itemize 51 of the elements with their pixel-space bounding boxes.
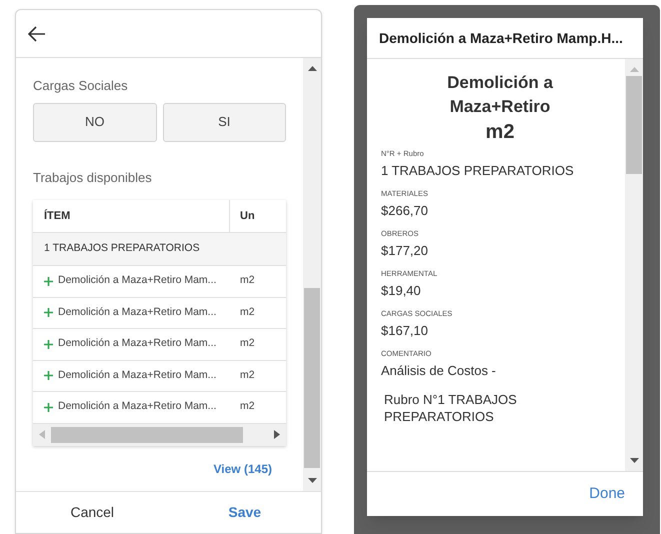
plus-icon[interactable] bbox=[44, 402, 53, 412]
cancel-button[interactable]: Cancel bbox=[16, 492, 168, 533]
unit-cell-text: m2 bbox=[239, 273, 256, 288]
plus-icon[interactable] bbox=[44, 308, 53, 318]
column-header[interactable]: ÍTEM bbox=[33, 200, 230, 232]
item-name: Demolición a Maza+Retiro Mam... bbox=[58, 273, 216, 288]
scroll-arrow-icon[interactable] bbox=[308, 478, 316, 483]
table-row[interactable]: Demolición a Maza+Retiro Mam... m2 bbox=[33, 266, 286, 298]
save-button[interactable]: Save bbox=[168, 492, 321, 533]
scroll-thumb[interactable] bbox=[51, 426, 243, 442]
option-button[interactable]: SI bbox=[162, 102, 286, 142]
horizontal-scrollbar[interactable] bbox=[33, 424, 286, 446]
plus-icon[interactable] bbox=[44, 276, 53, 286]
vertical-scrollbar[interactable] bbox=[625, 59, 643, 471]
unit-cell-text: m2 bbox=[239, 336, 256, 352]
item-name: Demolición a Maza+Retiro Mam... bbox=[58, 336, 216, 352]
option-button[interactable]: NO bbox=[33, 102, 156, 142]
scroll-arrow-icon[interactable] bbox=[274, 430, 280, 439]
item-heading: Demolición a Maza+Retiro bbox=[446, 72, 554, 118]
field-value: $266,70 bbox=[381, 202, 429, 219]
scroll-thumb[interactable] bbox=[626, 76, 642, 174]
field-value: 1 TRABAJOS PREPARATORIOS bbox=[381, 162, 575, 179]
table-row[interactable]: Demolición a Maza+Retiro Mam... m2 bbox=[33, 329, 286, 360]
section-label: Trabajos disponibles bbox=[33, 168, 153, 187]
item-name: Demolición a Maza+Retiro Mam... bbox=[58, 368, 216, 383]
field-value: $177,20 bbox=[381, 242, 429, 259]
plus-icon[interactable] bbox=[44, 371, 53, 380]
unit-heading: m2 bbox=[484, 120, 516, 145]
dialog-title: Demolición a Maza+Retiro Mamp.H... bbox=[379, 28, 623, 48]
scroll-thumb[interactable] bbox=[304, 288, 320, 468]
plus-icon[interactable] bbox=[44, 340, 53, 349]
back-arrow-icon[interactable] bbox=[28, 26, 46, 42]
group-row[interactable]: 1 TRABAJOS PREPARATORIOS bbox=[33, 233, 286, 266]
done-button[interactable]: Done bbox=[589, 482, 625, 506]
scroll-arrow-icon[interactable] bbox=[308, 66, 316, 71]
field-value: Rubro N°1 TRABAJOS PREPARATORIOS bbox=[383, 391, 518, 425]
field-value: $167,10 bbox=[381, 322, 429, 339]
section-label: Cargas Sociales bbox=[33, 77, 129, 95]
unit-cell-text: m2 bbox=[239, 399, 256, 414]
unit-cell-text: m2 bbox=[239, 368, 256, 383]
view-all-link[interactable]: View (145) bbox=[214, 460, 272, 478]
item-name: Demolición a Maza+Retiro Mam... bbox=[58, 399, 216, 414]
table-row[interactable]: Demolición a Maza+Retiro Mam... m2 bbox=[33, 360, 286, 392]
unit-cell-text: m2 bbox=[239, 304, 256, 320]
table-row[interactable]: Demolición a Maza+Retiro Mam... m2 bbox=[33, 298, 286, 329]
column-header[interactable]: Un bbox=[230, 200, 286, 232]
scroll-arrow-icon[interactable] bbox=[630, 458, 638, 463]
field-value: $19,40 bbox=[381, 282, 422, 299]
item-name: Demolición a Maza+Retiro Mam... bbox=[58, 304, 216, 320]
vertical-scrollbar[interactable] bbox=[303, 58, 321, 491]
field-value: Análisis de Costos - bbox=[381, 362, 497, 379]
